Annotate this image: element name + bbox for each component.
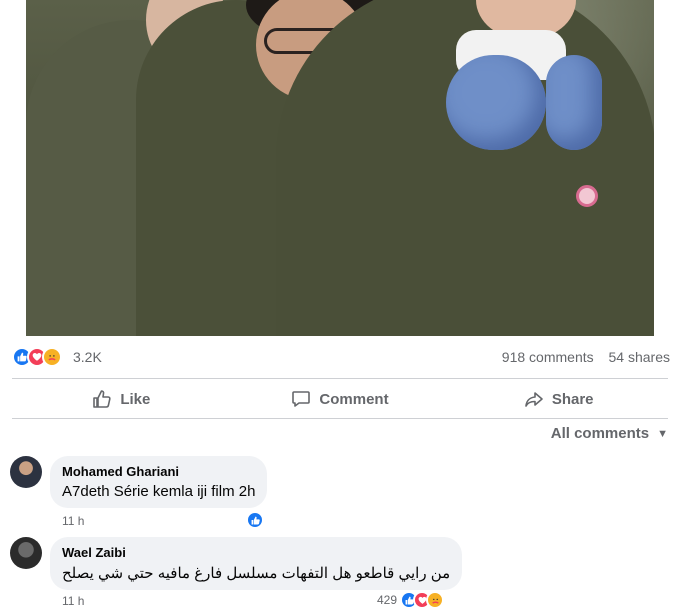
comment-bubble: Wael Zaibi من رايي قاطعو هل التفهات مسلس… <box>50 537 463 590</box>
reaction-count[interactable]: 3.2K <box>73 349 102 365</box>
comment-reaction-count: 429 <box>377 593 398 607</box>
comment-author[interactable]: Wael Zaibi <box>62 545 450 560</box>
care-face-icon <box>42 347 62 367</box>
avatar[interactable] <box>10 456 42 488</box>
headphone-right <box>546 55 602 150</box>
comment-author[interactable]: Mohamed Ghariani <box>62 464 255 479</box>
care-face-icon <box>426 591 445 609</box>
share-icon <box>525 392 543 407</box>
divider <box>12 378 668 379</box>
like-button[interactable]: Like <box>12 382 231 416</box>
shares-count[interactable]: 54 shares <box>609 349 670 365</box>
comment-bubble: Mohamed Ghariani A7deth Série kemla iji … <box>50 456 268 508</box>
comment-reactions[interactable]: 429 <box>377 591 445 609</box>
comment-button[interactable]: Comment <box>231 382 450 416</box>
avatar[interactable] <box>10 537 42 569</box>
comment-text: من رايي قاطعو هل التفهات مسلسل فارغ مافي… <box>62 565 451 582</box>
comment-item: Mohamed Ghariani A7deth Série kemla iji … <box>10 456 670 531</box>
share-button[interactable]: Share <box>449 382 668 416</box>
reactions-bar: 3.2K 918 comments 54 shares <box>0 344 680 370</box>
post-stats: 918 comments 54 shares <box>491 349 670 365</box>
thumbs-up-icon <box>93 390 111 408</box>
comment-reactions[interactable] <box>246 511 264 529</box>
divider <box>12 418 668 419</box>
share-label: Share <box>551 390 594 408</box>
comment-icon <box>292 391 311 407</box>
thumbs-up-icon <box>246 511 264 529</box>
like-label: Like <box>120 390 151 408</box>
reaction-icons[interactable] <box>12 347 62 367</box>
post-actions: Like Comment Share <box>12 382 668 416</box>
comment-label: Comment <box>319 390 389 408</box>
comment-text: A7deth Série kemla iji film 2h <box>62 483 256 500</box>
headphone-left <box>446 55 546 150</box>
comment-time[interactable]: 11 h <box>62 514 84 528</box>
badge-pin <box>576 185 598 207</box>
comments-filter-label: All comments <box>550 425 650 442</box>
caret-down-icon: ▼ <box>657 427 668 440</box>
comment-item: Wael Zaibi من رايي قاطعو هل التفهات مسلس… <box>10 537 670 611</box>
comments-count[interactable]: 918 comments <box>502 349 594 365</box>
comment-time[interactable]: 11 h <box>62 594 84 608</box>
post-image[interactable] <box>26 0 654 336</box>
comments-filter-dropdown[interactable]: All comments ▼ <box>551 425 668 442</box>
